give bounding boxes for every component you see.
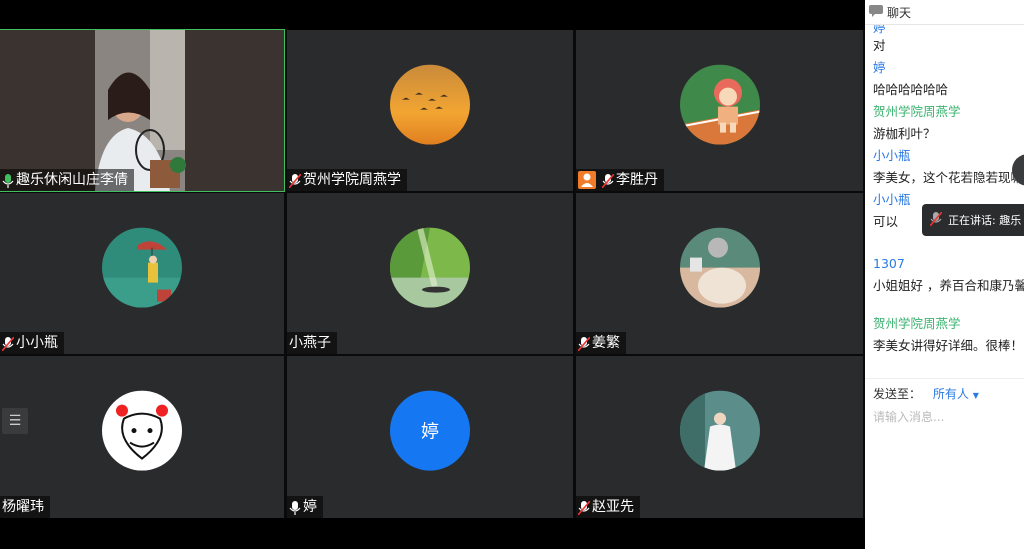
participant-name-bar: 趣乐休闲山庄李倩: [0, 169, 134, 191]
participant-name-bar: 婷: [287, 496, 323, 518]
chat-message-text: 李美女讲得好详细。很棒！: [873, 338, 1024, 353]
participant-name-bar: 贺州学院周燕学: [287, 169, 407, 191]
mic-on-icon: [2, 173, 14, 188]
chat-sender: 贺州学院周燕学: [873, 316, 961, 331]
avatar: [679, 64, 760, 145]
video-stage: 趣乐休闲山庄李倩 贺州学院周燕学 李胜丹 小小瓶 小燕子 姜繁 杨曜玮 婷 婷 …: [0, 0, 865, 549]
avatar-initial: 婷: [421, 421, 439, 443]
mic-muted-icon: [577, 336, 591, 352]
video-tile-9[interactable]: 赵亚先: [576, 356, 863, 518]
chat-sender: 婷: [873, 60, 886, 75]
send-target-dropdown[interactable]: 所有人 ▼: [933, 387, 979, 401]
chat-message-text: 游枷利叶？: [873, 126, 936, 141]
participant-name: 赵亚先: [592, 499, 634, 515]
chat-compose: 发送至： 所有人 ▼ 请输入消息...: [865, 378, 1024, 549]
bottom-bar: [0, 518, 865, 549]
participant-name-bar: 小燕子: [287, 332, 337, 354]
send-to-label: 发送至：: [873, 387, 922, 401]
chat-sender: 小小瓶: [873, 148, 911, 163]
mic-on-icon: [289, 500, 301, 515]
video-tile-3[interactable]: 李胜丹: [576, 30, 863, 191]
chat-sender: 婷: [873, 25, 886, 35]
video-tile-2[interactable]: 贺州学院周燕学: [287, 30, 573, 191]
participant-list-toggle-button[interactable]: ☰: [2, 408, 28, 434]
person-icon: [578, 171, 596, 189]
participant-name-bar: 姜繁: [576, 332, 626, 354]
avatar: 婷: [390, 390, 470, 471]
chat-message-text: 对: [873, 38, 886, 53]
top-bar: [0, 0, 865, 30]
participant-name: 小燕子: [289, 335, 331, 351]
send-to-row: 发送至： 所有人 ▼: [865, 379, 1024, 402]
speaking-label: 正在讲话: 趣乐: [948, 214, 1022, 227]
participant-name-bar: 小小瓶: [0, 332, 64, 354]
speaking-indicator: 正在讲话: 趣乐: [922, 204, 1024, 236]
video-tile-4[interactable]: 小小瓶: [0, 193, 284, 354]
mic-muted-icon: [929, 210, 943, 229]
chat-input-placeholder: 请输入消息...: [873, 410, 945, 424]
mic-muted-icon: [601, 173, 615, 189]
avatar: [102, 390, 182, 471]
chat-sender: 贺州学院周燕学: [873, 104, 961, 119]
video-tile-5[interactable]: 小燕子: [287, 193, 573, 354]
participant-name: 婷: [303, 499, 317, 515]
chat-icon: [869, 4, 883, 20]
chat-message-text: 哈哈哈哈哈哈: [873, 82, 949, 97]
participant-name-bar: 杨曜玮: [0, 496, 50, 518]
video-grid: 趣乐休闲山庄李倩 贺州学院周燕学 李胜丹 小小瓶 小燕子 姜繁 杨曜玮 婷 婷 …: [0, 29, 865, 518]
list-icon: ☰: [8, 413, 22, 429]
mic-muted-icon: [1, 336, 15, 352]
chat-title: 聊天: [887, 5, 912, 20]
mic-muted-icon: [577, 500, 591, 516]
caret-down-icon: ▼: [972, 391, 979, 400]
avatar: [102, 227, 182, 308]
avatar: [390, 227, 470, 308]
participant-name: 趣乐休闲山庄李倩: [16, 172, 128, 188]
chat-sender: 1307: [873, 256, 905, 271]
avatar: [390, 64, 470, 145]
participant-name-bar: 李胜丹: [576, 169, 664, 191]
chat-message-text: 李美女，这个花若隐若现嘛: [873, 170, 1024, 185]
participant-name: 小小瓶: [16, 335, 58, 351]
participant-name: 李胜丹: [616, 172, 658, 188]
chat-input[interactable]: 请输入消息...: [865, 402, 1024, 425]
chat-header: 聊天: [865, 0, 1024, 25]
chat-message-text: 小姐姐好 ，养百合和康乃馨: [873, 278, 1024, 293]
video-tile-6[interactable]: 姜繁: [576, 193, 863, 354]
avatar: [679, 390, 760, 471]
speaker-video: [0, 30, 284, 191]
participant-name: 杨曜玮: [2, 499, 44, 515]
video-tile-8[interactable]: 婷 婷: [287, 356, 573, 518]
participant-name-bar: 赵亚先: [576, 496, 640, 518]
video-tile-1[interactable]: 趣乐休闲山庄李倩: [0, 29, 285, 192]
participant-name: 姜繁: [592, 335, 620, 351]
mic-muted-icon: [288, 173, 302, 189]
chat-panel: 聊天 婷 对 婷 哈哈哈哈哈哈 贺州学院周燕学 游枷利叶？ 小小瓶 李美女，这个…: [865, 0, 1024, 549]
participant-name: 贺州学院周燕学: [303, 172, 401, 188]
avatar: [679, 227, 760, 308]
video-tile-7[interactable]: 杨曜玮: [0, 356, 284, 518]
